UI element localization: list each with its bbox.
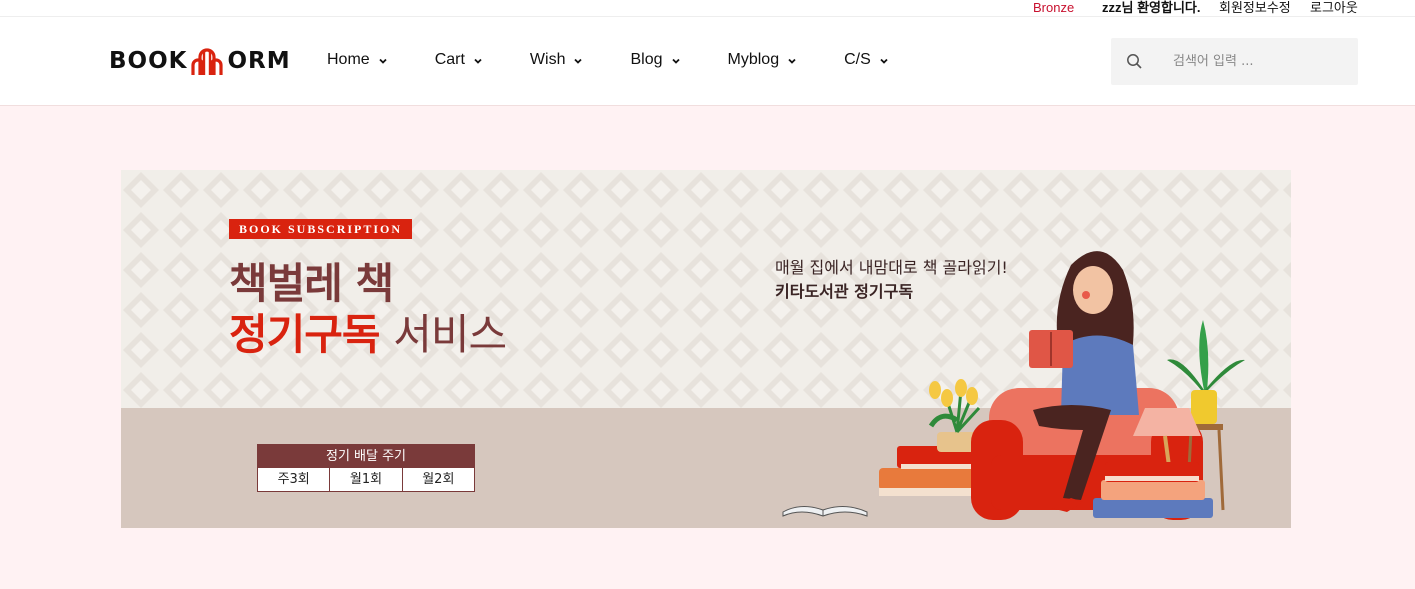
search-input[interactable] <box>1173 50 1343 73</box>
search-box <box>1111 38 1358 85</box>
logo-text-right: ORM <box>227 48 291 74</box>
nav-myblog-label: Myblog <box>727 51 780 68</box>
nav-blog-label: Blog <box>630 51 663 68</box>
nav-blog[interactable]: Blog <box>630 51 680 69</box>
chevron-down-icon <box>379 58 387 64</box>
nav-cart-label: Cart <box>434 51 465 68</box>
headline-rest: 서비스 <box>393 310 507 359</box>
edit-profile-link[interactable]: 회원정보수정 <box>1219 0 1291 16</box>
nav-cs[interactable]: C/S <box>844 51 889 69</box>
nav-cart[interactable]: Cart <box>435 51 483 69</box>
open-book-icon <box>782 506 868 517</box>
nav-cs-label: C/S <box>844 51 871 68</box>
banner-headline-line2: 정기구독 서비스 <box>229 301 507 362</box>
chevron-down-icon <box>574 58 583 64</box>
logo-text-left: BOOK <box>109 48 188 74</box>
site-header: BOOK ORM Home Cart Wish Blog Myblog C/S … <box>0 17 1415 106</box>
site-logo[interactable]: BOOK ORM <box>109 44 291 78</box>
delivery-options-row: 주3회 월1회 월2회 <box>258 468 474 491</box>
chevron-down-icon <box>880 58 888 64</box>
chevron-down-icon <box>671 58 680 64</box>
headline-highlight: 정기구독 <box>229 310 381 359</box>
delivery-cycle-title: 정기 배달 주기 <box>258 445 474 468</box>
delivery-option[interactable]: 월2회 <box>403 468 474 491</box>
book-subscription-tag: BOOK SUBSCRIPTION <box>229 219 413 239</box>
search-icon[interactable] <box>1126 53 1143 70</box>
nav-home-label: Home <box>327 51 370 68</box>
main-content: BOOK SUBSCRIPTION 책벌레 책 정기구독 서비스 매월 집에서 … <box>0 106 1415 589</box>
delivery-option[interactable]: 주3회 <box>258 468 331 491</box>
chevron-down-icon <box>788 58 796 64</box>
delivery-option[interactable]: 월1회 <box>330 468 403 491</box>
book-stack-right <box>1093 462 1213 518</box>
reading-woman-illustration <box>782 251 1245 520</box>
main-nav: Home Cart Wish Blog Myblog C/S <box>327 51 889 69</box>
nav-wish-label: Wish <box>529 51 566 68</box>
nav-home[interactable]: Home <box>327 51 388 69</box>
nav-myblog[interactable]: Myblog <box>728 51 798 69</box>
delivery-cycle-table: 정기 배달 주기 주3회 월1회 월2회 <box>257 444 475 492</box>
nav-wish[interactable]: Wish <box>530 51 584 69</box>
top-utility-bar: Bronze zzz님 환영합니다. 회원정보수정 로그아웃 <box>0 0 1415 17</box>
chevron-down-icon <box>474 58 482 64</box>
logout-link[interactable]: 로그아웃 <box>1310 0 1358 16</box>
welcome-message: zzz님 환영합니다. <box>1102 0 1201 15</box>
member-grade: Bronze <box>1033 0 1075 15</box>
subscription-banner[interactable]: BOOK SUBSCRIPTION 책벌레 책 정기구독 서비스 매월 집에서 … <box>121 170 1291 528</box>
bookworm-logo-icon <box>191 48 224 75</box>
